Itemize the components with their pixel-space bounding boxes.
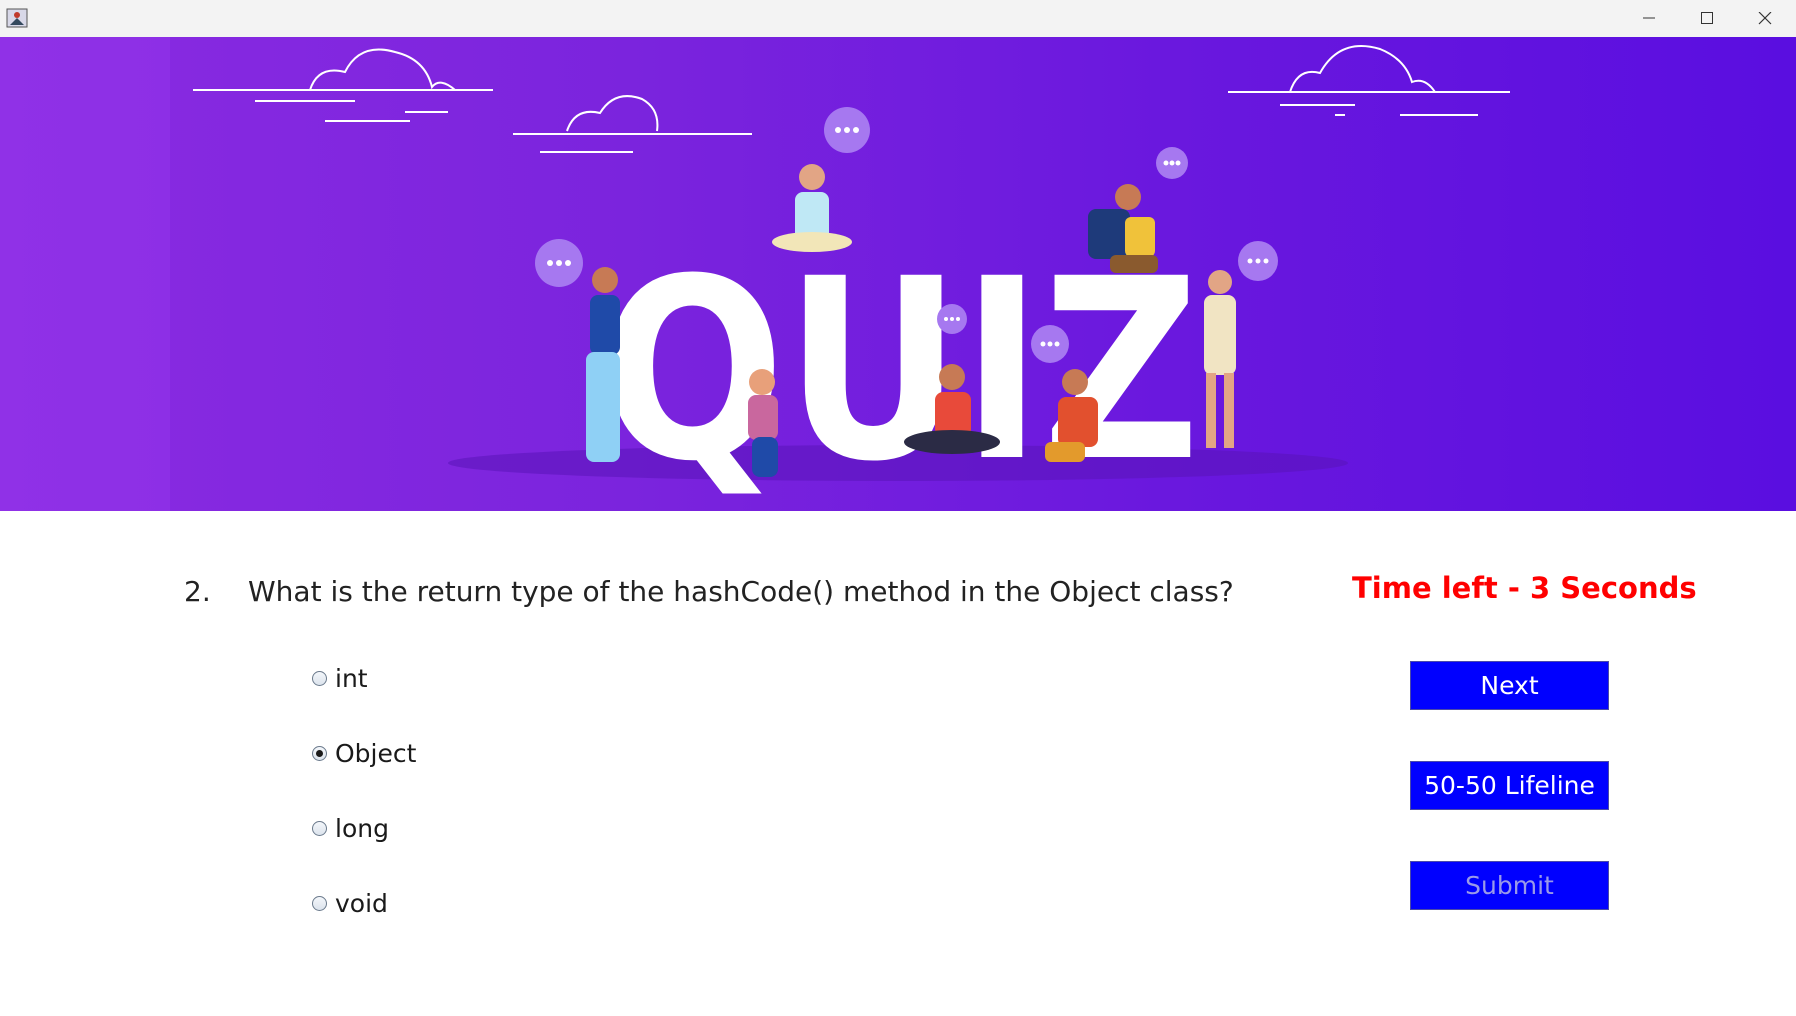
option-label: int: [335, 663, 368, 693]
close-icon: [1758, 12, 1772, 25]
option-label: Object: [335, 738, 417, 768]
maximize-icon: [1701, 12, 1713, 24]
submit-button[interactable]: Submit: [1410, 861, 1609, 910]
option-void[interactable]: void: [312, 886, 388, 920]
option-label: void: [335, 888, 388, 918]
question-number: 2.: [184, 575, 211, 608]
radio-button-selected[interactable]: [312, 745, 327, 761]
next-button[interactable]: Next: [1410, 661, 1609, 710]
question-text: What is the return type of the hashCode(…: [248, 575, 1234, 608]
timer-label: Time left - 3 Seconds: [1352, 571, 1697, 605]
java-app-icon: [6, 8, 28, 28]
option-label: long: [335, 813, 389, 843]
close-button[interactable]: [1736, 0, 1794, 37]
window-title-bar: [0, 0, 1796, 37]
minimize-icon: [1643, 17, 1655, 19]
option-long[interactable]: long: [312, 811, 389, 845]
radio-button[interactable]: [312, 670, 327, 686]
minimize-button[interactable]: [1620, 0, 1678, 37]
quiz-banner-image: QUIZ: [0, 37, 1796, 511]
option-object[interactable]: Object: [312, 736, 416, 770]
maximize-button[interactable]: [1678, 0, 1736, 37]
option-int[interactable]: int: [312, 661, 368, 695]
radio-button[interactable]: [312, 895, 327, 911]
radio-button[interactable]: [312, 820, 327, 836]
svg-text:QUIZ: QUIZ: [600, 225, 1200, 511]
lifeline-button[interactable]: 50-50 Lifeline: [1410, 761, 1609, 810]
